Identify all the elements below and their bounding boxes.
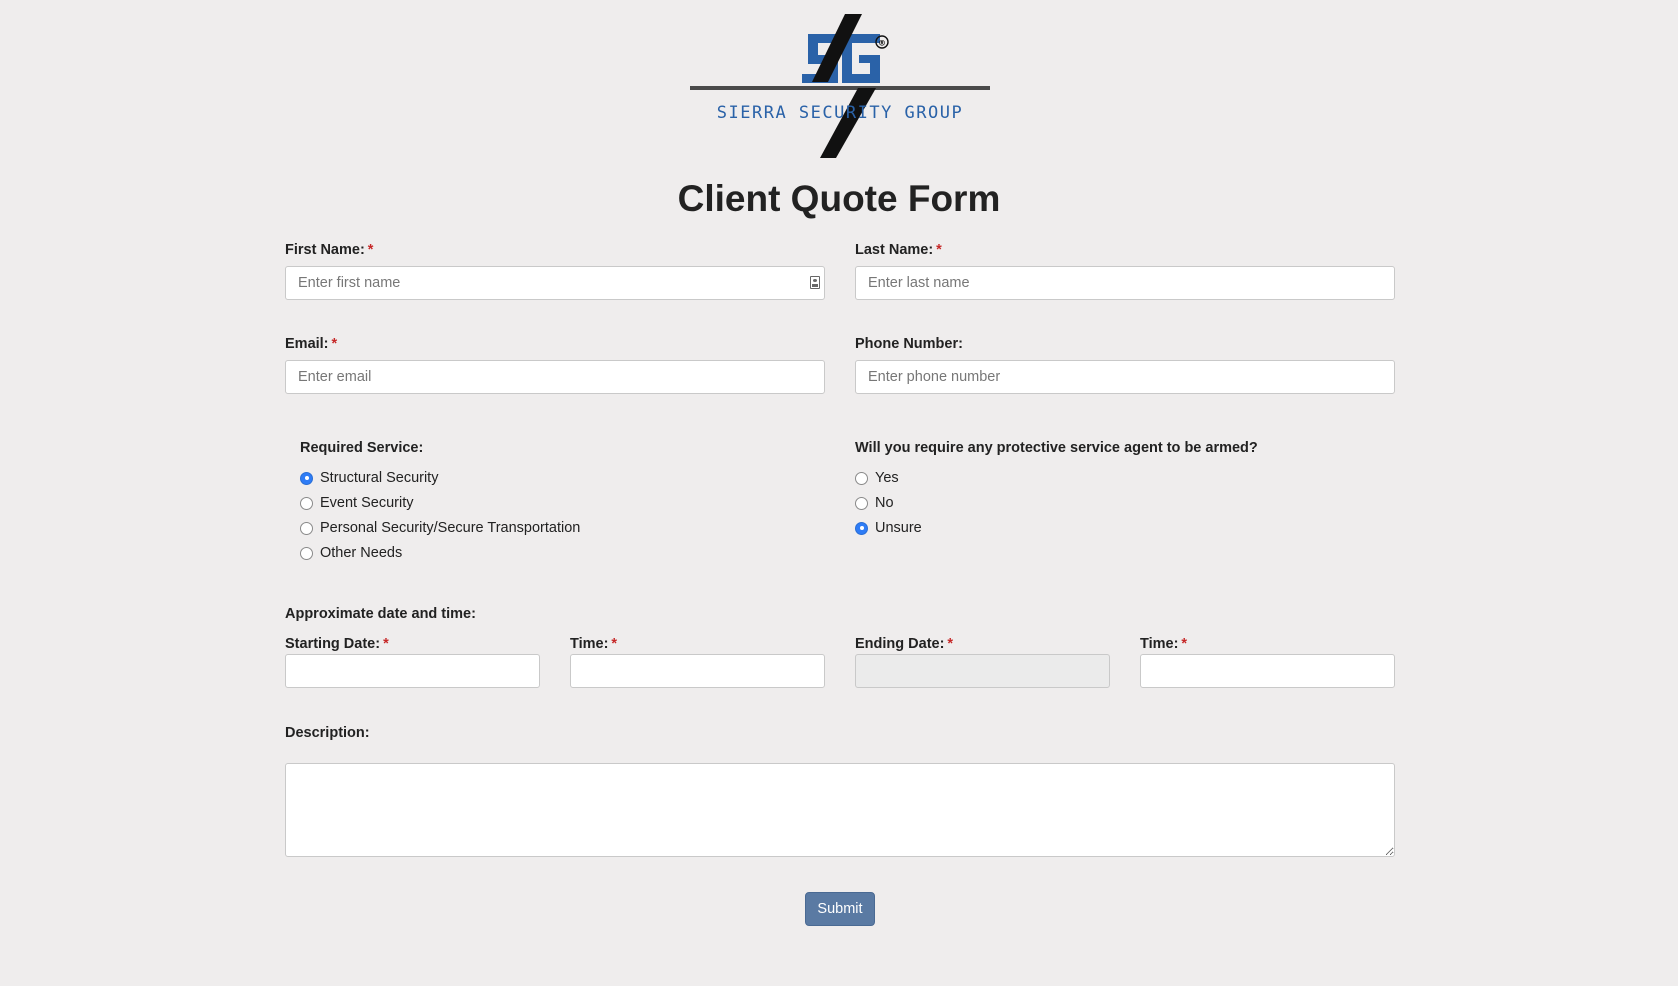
submit-button[interactable]: Submit	[805, 892, 875, 926]
sierra-security-logo: ® SIERRA SECURITY GROUP	[690, 10, 990, 165]
service-option-event[interactable]: Event Security	[300, 495, 414, 511]
required-service-label: Required Service:	[300, 440, 424, 456]
required-marker: *	[947, 636, 954, 652]
required-marker: *	[383, 636, 389, 652]
ending-date-label-text: Ending Date:	[855, 636, 945, 652]
registered-mark: ®	[878, 39, 886, 48]
service-option-structural[interactable]: Structural Security	[300, 470, 438, 486]
radio-button[interactable]	[300, 471, 313, 485]
radio-label: Structural Security	[320, 470, 439, 486]
service-option-other[interactable]: Other Needs	[300, 545, 402, 561]
start-time-input[interactable]	[570, 654, 825, 688]
end-time-input[interactable]	[1140, 654, 1395, 688]
radio-button[interactable]	[855, 496, 868, 510]
email-label: Email: *	[285, 336, 337, 352]
radio-label: Event Security	[320, 495, 414, 511]
radio-label: Other Needs	[320, 545, 403, 561]
datetime-heading: Approximate date and time:	[285, 606, 476, 622]
radio-button[interactable]	[855, 471, 868, 485]
description-label: Description:	[285, 725, 370, 741]
required-marker: *	[367, 242, 374, 258]
phone-label: Phone Number:	[855, 336, 963, 352]
armed-agent-label: Will you require any protective service …	[855, 440, 1258, 456]
ending-date-input[interactable]	[855, 654, 1110, 688]
email-input[interactable]	[285, 360, 825, 394]
last-name-label-text: Last Name:	[855, 242, 934, 258]
last-name-input[interactable]	[855, 266, 1395, 300]
first-name-input[interactable]	[285, 266, 825, 300]
phone-label-text: Phone Number:	[855, 336, 963, 352]
first-name-label: First Name: *	[285, 242, 373, 258]
armed-option-yes[interactable]: Yes	[855, 470, 899, 486]
contact-card-icon[interactable]	[810, 276, 820, 289]
radio-button[interactable]	[300, 496, 313, 510]
page-title: Client Quote Form	[677, 178, 1001, 219]
required-marker: *	[936, 242, 942, 258]
starting-date-input[interactable]	[285, 654, 540, 688]
required-marker: *	[1181, 636, 1188, 652]
starting-date-label-text: Starting Date:	[285, 636, 381, 652]
radio-label: Unsure	[875, 520, 922, 536]
email-label-text: Email:	[285, 336, 329, 352]
required-marker: *	[331, 336, 338, 352]
last-name-label: Last Name: *	[855, 242, 942, 258]
radio-button[interactable]	[300, 546, 313, 560]
logo-brand-name: SIERRA SECURITY GROUP	[717, 103, 963, 123]
service-option-personal[interactable]: Personal Security/Secure Transportation	[300, 520, 580, 536]
start-time-label: Time: *	[570, 636, 617, 652]
radio-label: Yes	[875, 470, 899, 486]
radio-button[interactable]	[300, 521, 313, 535]
starting-date-label: Starting Date: *	[285, 636, 389, 652]
armed-option-unsure[interactable]: Unsure	[855, 520, 922, 536]
ending-date-label: Ending Date: *	[855, 636, 953, 652]
armed-option-no[interactable]: No	[855, 495, 894, 511]
start-time-label-text: Time:	[570, 636, 609, 652]
required-marker: *	[611, 636, 618, 652]
phone-input[interactable]	[855, 360, 1395, 394]
end-time-label: Time: *	[1140, 636, 1187, 652]
radio-label: No	[875, 495, 894, 511]
description-textarea[interactable]	[285, 763, 1395, 857]
radio-button[interactable]	[855, 521, 868, 535]
end-time-label-text: Time:	[1140, 636, 1179, 652]
first-name-label-text: First Name:	[285, 242, 365, 258]
radio-label: Personal Security/Secure Transportation	[320, 520, 581, 536]
